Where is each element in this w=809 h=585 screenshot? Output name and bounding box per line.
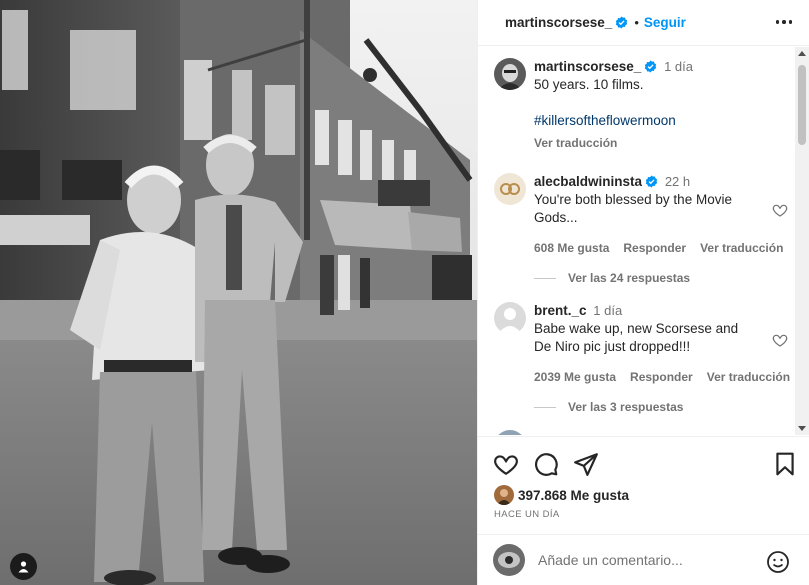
likes-count[interactable]: 397.868 Me gusta [518,488,629,503]
comments-list[interactable]: martinscorsese_ 1 día 50 years. 10 films… [478,47,809,435]
caption-username[interactable]: martinscorsese_ [534,59,641,74]
scroll-up-arrow[interactable] [798,51,806,56]
header-dot-separator: • [634,15,639,30]
user-tag-icon [18,561,29,573]
liker-avatar[interactable] [494,485,514,505]
translate-link[interactable]: Ver traducción [700,241,783,255]
verified-badge-icon [616,16,628,29]
comment-like-heart-icon[interactable] [772,202,788,218]
commenter-avatar[interactable] [494,173,526,205]
comment-input[interactable] [538,552,748,568]
comment-like-heart-icon[interactable] [772,332,788,348]
post-timestamp: HACE UN DÍA [494,509,560,520]
smiley-icon[interactable] [766,550,790,574]
comment-item-partial [494,430,784,435]
comment-likes[interactable]: 2039 Me gusta [534,370,616,384]
view-replies-label: Ver las 24 respuestas [568,271,691,285]
bookmark-icon[interactable] [772,451,798,477]
commenter-username[interactable]: brent._c [534,303,587,318]
caption: martinscorsese_ 1 día 50 years. 10 films… [494,58,784,158]
comment-text: Babe wake up, new Scorsese and De Niro p… [534,321,739,354]
caption-text: 50 years. 10 films. [534,77,644,92]
user-tag-button[interactable] [10,553,37,580]
scroll-down-arrow[interactable] [798,426,806,431]
comment-meta: 608 Me gusta Responder Ver traducción [534,239,783,257]
verified-badge-icon [645,175,658,188]
likes-summary: 397.868 Me gusta [494,485,629,505]
comment-time: 1 día [593,303,623,318]
reply-button[interactable]: Responder [630,370,693,384]
comment-meta: 2039 Me gusta Responder Ver traducción [534,368,790,386]
caption-hashtag-link[interactable]: #killersoftheflowermoon [534,112,774,130]
paper-plane-icon[interactable] [573,451,599,477]
caption-time: 1 día [664,59,694,74]
author-avatar[interactable] [494,58,526,90]
comment-item: brent._c 1 día Babe wake up, new Scorses… [494,302,790,422]
photo-image [0,0,477,585]
comment-item: alecbaldwininsta 22 h You're both blesse… [494,173,788,293]
current-user-avatar [493,544,525,576]
comment-text: You're both blessed by the Movie Gods... [534,192,732,225]
comment-composer [478,534,809,585]
comment-likes[interactable]: 608 Me gusta [534,241,609,255]
comment-body: brent._c 1 día Babe wake up, new Scorses… [534,302,790,386]
commenter-avatar[interactable] [494,302,526,334]
reply-button[interactable]: Responder [623,241,686,255]
view-replies-button[interactable]: Ver las 24 respuestas [534,271,690,285]
comment-body: alecbaldwininsta 22 h You're both blesse… [534,173,783,257]
comment-time: 22 h [664,174,691,189]
post-side-panel: martinscorsese_ • Seguir martinscorsese_… [477,0,809,585]
post-photo[interactable] [0,0,477,585]
comment-bubble-icon[interactable] [533,451,559,477]
follow-button[interactable]: Seguir [644,15,686,30]
caption-body: martinscorsese_ 1 día 50 years. 10 films… [534,58,774,152]
verified-badge-icon [645,60,657,73]
scrollbar-thumb[interactable] [798,65,806,145]
see-translation-link[interactable]: Ver traducción [534,134,774,152]
post-actions: 397.868 Me gusta HACE UN DÍA [478,436,809,534]
translate-link[interactable]: Ver traducción [707,370,790,384]
more-options-icon[interactable] [774,12,794,32]
heart-icon[interactable] [493,451,519,477]
post-header: martinscorsese_ • Seguir [478,0,809,46]
comments-scrollbar[interactable] [795,47,809,435]
view-replies-button[interactable]: Ver las 3 respuestas [534,400,683,414]
author-username[interactable]: martinscorsese_ [505,15,612,30]
commenter-avatar[interactable] [494,430,526,435]
commenter-username[interactable]: alecbaldwininsta [534,174,642,189]
view-replies-label: Ver las 3 respuestas [568,400,684,414]
